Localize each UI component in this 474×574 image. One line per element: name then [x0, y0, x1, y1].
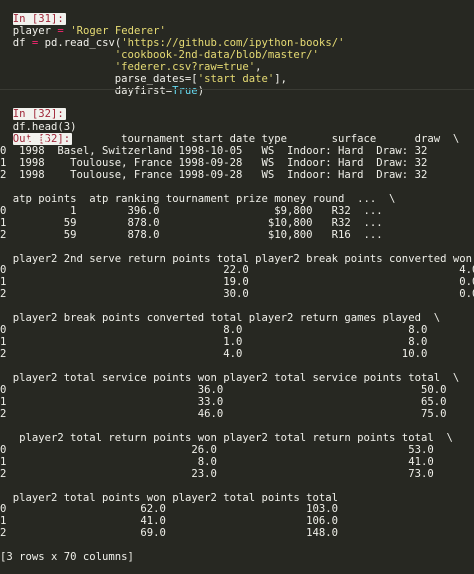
output-line: 0 1 396.0 $9,800 R32 ... — [0, 204, 383, 217]
in-prompt-31: In [31]: — [0, 1, 66, 26]
code-line-player[interactable]: player = 'Roger Federer' — [0, 13, 166, 37]
output-line: year tournament start date type surface … — [0, 133, 460, 145]
in-prompt-32: In [32]: — [0, 96, 66, 121]
output-line: 2 30.0 0.0 — [0, 288, 474, 301]
output-line: atp points atp ranking tournament prize … — [0, 192, 396, 205]
output-line: player2 total points won player2 total p… — [0, 491, 339, 504]
code-line-parse-dates[interactable]: parse_dates=['start date'], — [102, 61, 287, 85]
code-line-url-3[interactable]: 'federer.csv?raw=true', — [102, 49, 262, 73]
code-line-head[interactable]: df.head(3) — [0, 109, 77, 133]
output-line: 0 22.0 4.0 — [0, 264, 474, 277]
output-line: 2 23.0 73.0 — [0, 467, 434, 480]
output-line: 2 46.0 75.0 — [0, 407, 447, 420]
output-line: 2 69.0 148.0 — [0, 527, 339, 540]
output-line: [3 rows x 70 columns] — [0, 551, 134, 564]
cell-separator — [0, 89, 474, 90]
output-line: 0 26.0 53.0 — [0, 443, 434, 456]
output-line: 1 41.0 106.0 — [0, 515, 339, 528]
output-line: 2 59 878.0 $10,800 R16 ... — [0, 228, 383, 241]
output-line: player2 total service points won player2… — [0, 372, 460, 384]
output-line: 0 1998 Basel, Switzerland 1998-10-05 WS … — [0, 144, 428, 157]
output-line: 2 1998 Toulouse, France 1998-09-28 WS In… — [0, 168, 428, 181]
output-line: 0 36.0 50.0 — [0, 383, 447, 396]
output-line: 1 19.0 0.0 — [0, 276, 474, 289]
output-line: 0 8.0 8.0 — [0, 324, 428, 337]
output-line: 1 33.0 65.0 — [0, 395, 447, 408]
output-line: 1 59 878.0 $10,800 R32 ... — [0, 216, 383, 229]
code-line-dayfirst[interactable]: dayfirst=True) — [102, 73, 204, 97]
code-line-df[interactable]: df = pd.read_csv('https://github.com/ipy… — [0, 25, 345, 49]
code-line-url-2[interactable]: 'cookbook-2nd-data/blob/master/' — [102, 37, 319, 61]
output-line: 0 62.0 103.0 — [0, 503, 339, 516]
output-line: 1 1998 Toulouse, France 1998-09-28 WS In… — [0, 156, 428, 169]
out-prompt-32: Out [32]: — [0, 121, 73, 146]
output-line: 2 4.0 10.0 — [0, 348, 428, 361]
output-line: player2 break points converted total pla… — [0, 312, 441, 325]
output-line: player2 total return points won player2 … — [0, 431, 453, 444]
output-line: 1 1.0 8.0 — [0, 336, 428, 349]
output-line: 1 8.0 41.0 — [0, 455, 434, 468]
output-line: player2 2nd serve return points total pl… — [0, 252, 474, 265]
